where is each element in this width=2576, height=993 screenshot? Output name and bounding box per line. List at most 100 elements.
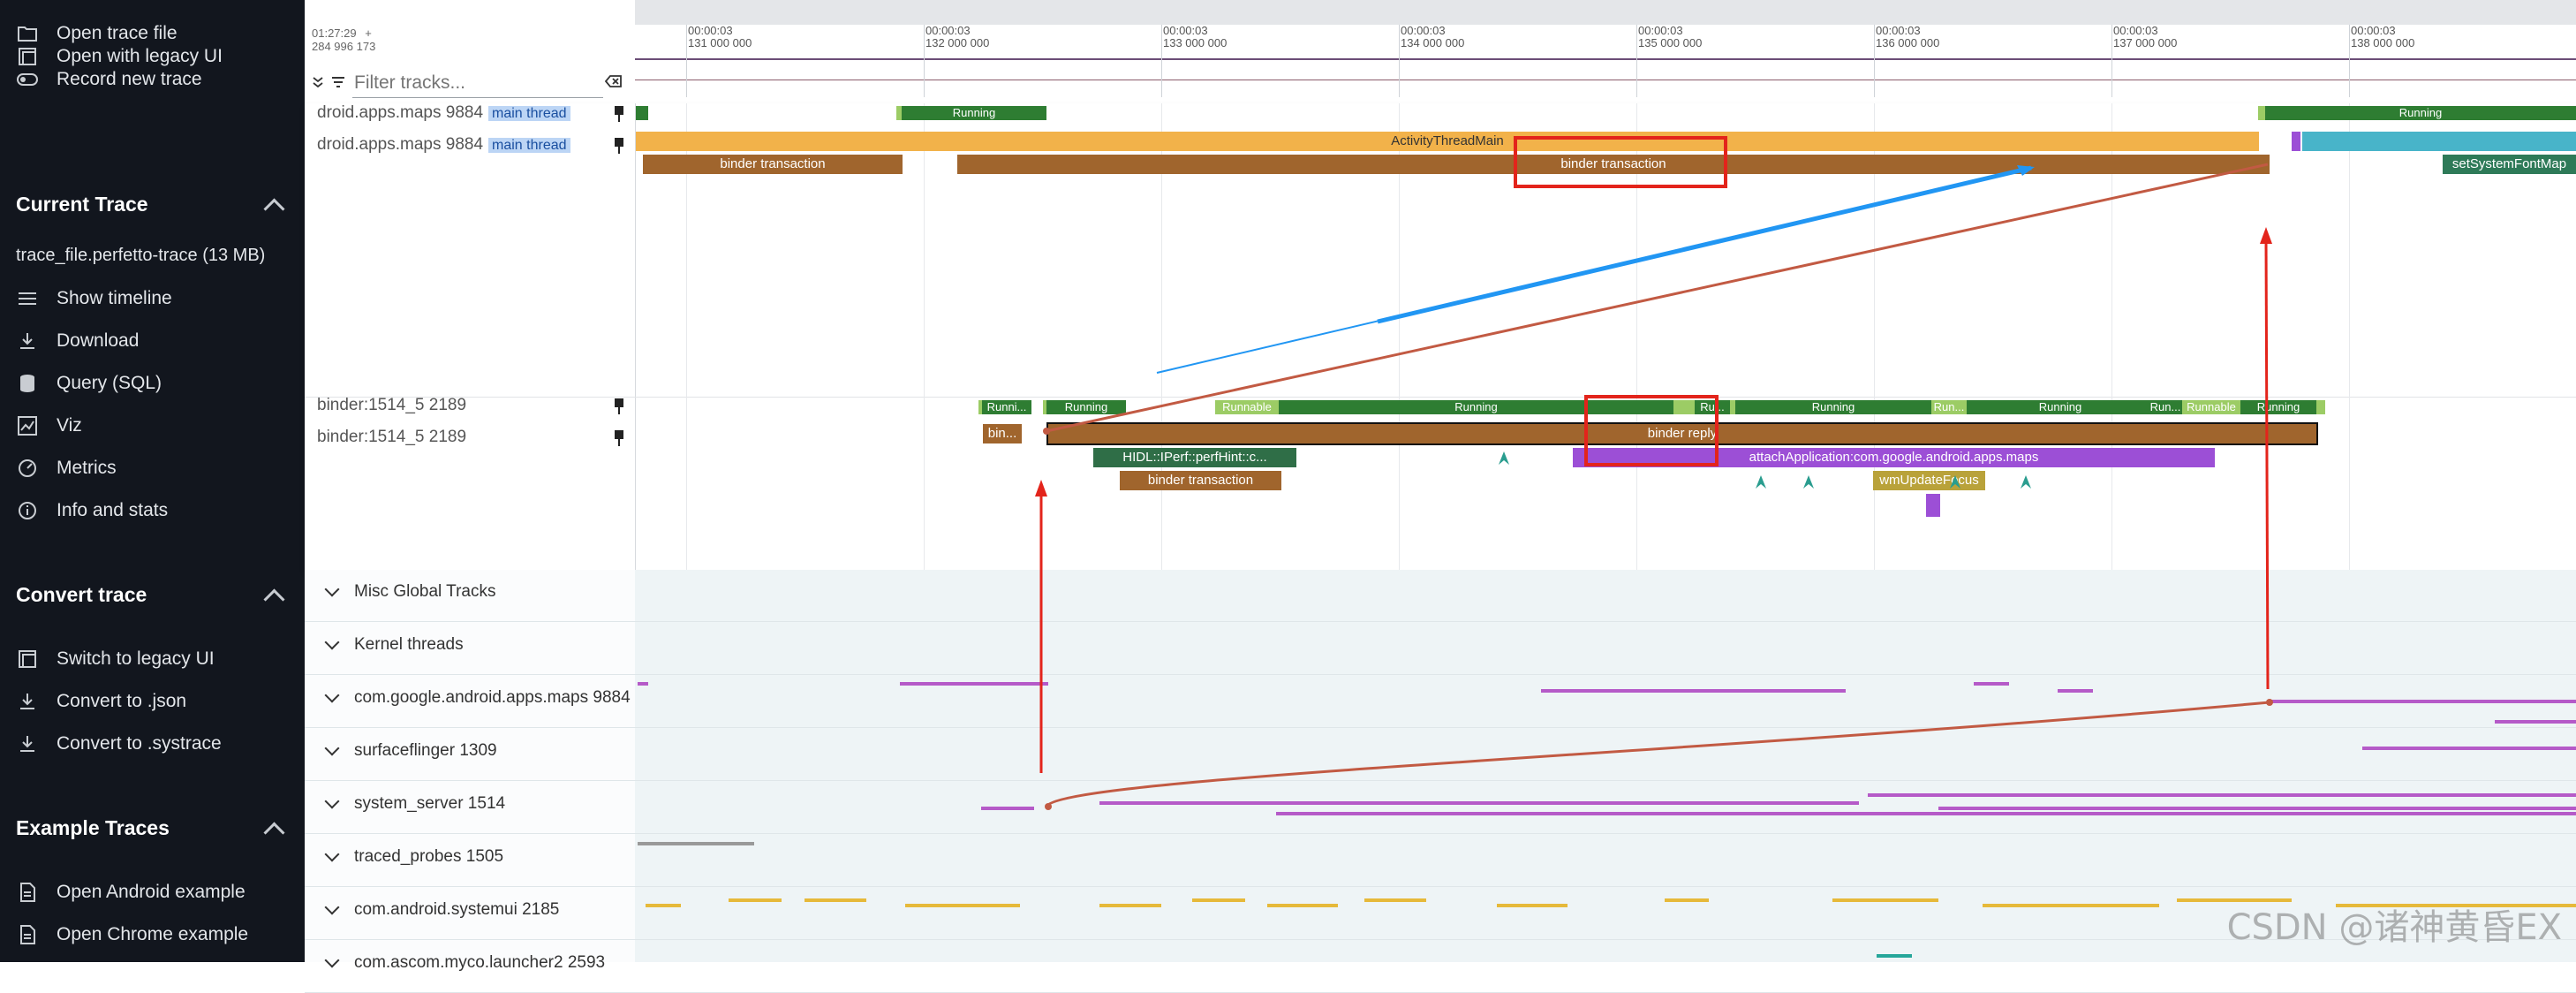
state-runnable[interactable]: Runnable bbox=[1215, 400, 1279, 414]
query-sql-item[interactable]: Query (SQL) bbox=[16, 366, 162, 401]
state-runnable[interactable] bbox=[1673, 400, 1695, 414]
state-running[interactable]: Running bbox=[1972, 400, 2149, 414]
tick-label: 00:00:03 132 000 000 bbox=[925, 25, 989, 49]
activity-bar bbox=[729, 898, 782, 902]
chevron-down-icon[interactable] bbox=[324, 899, 340, 915]
activity-bar bbox=[1974, 682, 2009, 686]
chevron-down-icon[interactable] bbox=[324, 952, 340, 968]
state-running[interactable]: Running bbox=[2240, 400, 2316, 414]
metrics-item[interactable]: Metrics bbox=[16, 451, 117, 486]
slice-binder-reply[interactable]: binder reply bbox=[1046, 422, 2318, 445]
pin-icon[interactable] bbox=[614, 430, 624, 446]
track-label-binder-2[interactable]: binder:1514_5 2189 bbox=[317, 428, 466, 447]
activity-bar bbox=[1276, 812, 2576, 815]
chevron-down-icon[interactable] bbox=[324, 634, 340, 650]
track-label-maps-main-1[interactable]: droid.apps.maps 9884 main thread bbox=[317, 103, 570, 123]
overview-track[interactable] bbox=[635, 0, 2576, 25]
current-trace-heading[interactable]: Current Trace bbox=[16, 193, 148, 216]
convert-json-item[interactable]: Convert to .json bbox=[16, 684, 186, 719]
state-running[interactable]: Running bbox=[1046, 400, 1126, 414]
process-label: Kernel threads bbox=[354, 635, 464, 654]
open-chrome-example-item[interactable]: Open Chrome example bbox=[16, 917, 248, 952]
slice-binder-transaction-2[interactable]: binder transaction bbox=[957, 155, 2270, 174]
process-row[interactable]: Kernel threads bbox=[305, 621, 2576, 675]
show-timeline-item[interactable]: Show timeline bbox=[16, 281, 172, 316]
track-label-maps-main-2[interactable]: droid.apps.maps 9884 main thread bbox=[317, 135, 570, 155]
slice-activity-thread-main[interactable]: ActivityThreadMain bbox=[636, 132, 2259, 151]
activity-bar bbox=[1099, 904, 1161, 907]
state-runnable-short[interactable]: Run... bbox=[1931, 400, 1967, 414]
state-running[interactable]: Running bbox=[2265, 106, 2576, 120]
slice-binder-short[interactable]: bin... bbox=[983, 424, 1022, 443]
collapse-all-icon[interactable] bbox=[312, 76, 324, 88]
chevron-down-icon[interactable] bbox=[324, 687, 340, 703]
chevron-down-icon[interactable] bbox=[324, 581, 340, 597]
tick-line bbox=[1161, 25, 1162, 97]
chevron-down-icon[interactable] bbox=[324, 846, 340, 862]
state-running-short[interactable]: Runni... bbox=[982, 400, 1031, 414]
convert-systrace-label: Convert to .systrace bbox=[57, 733, 222, 754]
tick-ns: 133 000 000 bbox=[1163, 36, 1228, 49]
info-stats-item[interactable]: Info and stats bbox=[16, 493, 168, 528]
tick-label: 00:00:03 134 000 000 bbox=[1401, 25, 1464, 49]
tick-time: 00:00:03 bbox=[1401, 24, 1446, 37]
pinned-tracks-area: droid.apps.maps 9884 main thread droid.ap… bbox=[305, 103, 2576, 570]
sidebar: Open trace file Open with legacy UI Reco… bbox=[0, 0, 305, 962]
slice-binder-transaction-1[interactable]: binder transaction bbox=[643, 155, 903, 174]
activity-bar bbox=[1497, 904, 1568, 907]
tick-ns: 135 000 000 bbox=[1638, 36, 1703, 49]
slice-hidl-perfhint[interactable]: HIDL::IPerf::perfHint::c... bbox=[1093, 448, 1296, 467]
activity-bar bbox=[1541, 689, 1775, 693]
open-android-example-item[interactable]: Open Android example bbox=[16, 875, 246, 910]
grid-line bbox=[2349, 103, 2350, 570]
viz-item[interactable]: Viz bbox=[16, 408, 82, 443]
slice-small-purple[interactable] bbox=[1926, 494, 1940, 517]
download-item[interactable]: Download bbox=[16, 323, 139, 359]
convert-systrace-item[interactable]: Convert to .systrace bbox=[16, 726, 222, 762]
chevron-down-icon[interactable] bbox=[324, 740, 340, 756]
activity-bar bbox=[1983, 904, 2159, 907]
pin-icon[interactable] bbox=[614, 398, 624, 414]
state-running[interactable] bbox=[636, 106, 648, 120]
slice-set-system-font-map[interactable]: setSystemFontMap bbox=[2443, 155, 2576, 174]
pin-icon[interactable] bbox=[614, 106, 624, 122]
tick-time: 00:00:03 bbox=[1163, 24, 1208, 37]
chevron-up-icon[interactable] bbox=[263, 198, 285, 220]
timeline-marker-line bbox=[635, 58, 2576, 60]
process-row[interactable]: Misc Global Tracks bbox=[305, 568, 2576, 622]
switch-legacy-ui-item[interactable]: Switch to legacy UI bbox=[16, 641, 215, 677]
state-runnable[interactable]: Runnable bbox=[2182, 400, 2240, 414]
process-row[interactable]: surfaceflinger 1309 bbox=[305, 727, 2576, 781]
database-icon bbox=[16, 372, 39, 395]
track-label-binder-1[interactable]: binder:1514_5 2189 bbox=[317, 396, 466, 415]
activity-bar bbox=[1364, 898, 1426, 902]
activity-bar bbox=[2362, 747, 2576, 750]
filter-tracks-input[interactable] bbox=[352, 69, 603, 98]
chevron-up-icon[interactable] bbox=[263, 588, 285, 610]
slice-small-purple[interactable] bbox=[2292, 132, 2300, 151]
state-running[interactable]: Running bbox=[902, 106, 1046, 120]
chevron-down-icon[interactable] bbox=[324, 793, 340, 809]
convert-trace-heading[interactable]: Convert trace bbox=[16, 583, 147, 607]
activity-bar bbox=[1877, 954, 1912, 958]
slice-wm-update-focus[interactable]: wmUpdateFocus bbox=[1873, 471, 1985, 490]
download-icon bbox=[16, 330, 39, 352]
state-runnable[interactable] bbox=[2316, 400, 2325, 414]
track-name: binder:1514_5 2189 bbox=[317, 428, 467, 446]
state-running[interactable]: Running bbox=[1279, 400, 1673, 414]
time-ruler[interactable]: 00:00:03 131 000 000 00:00:03 132 000 000 00… bbox=[635, 0, 2576, 103]
pin-icon[interactable] bbox=[614, 138, 624, 154]
state-runnable[interactable] bbox=[2258, 106, 2265, 120]
activity-bar bbox=[2058, 689, 2093, 693]
example-traces-heading[interactable]: Example Traces bbox=[16, 816, 170, 840]
record-new-trace-item[interactable]: Record new trace bbox=[16, 62, 202, 97]
state-running[interactable]: Running bbox=[1735, 400, 1931, 414]
slice-teal[interactable] bbox=[2302, 132, 2576, 151]
clear-filter-icon[interactable] bbox=[604, 74, 623, 88]
slice-attach-application[interactable]: attachApplication:com.google.android.app… bbox=[1573, 448, 2215, 467]
chevron-up-icon[interactable] bbox=[263, 822, 285, 844]
state-running-short[interactable]: Run... bbox=[2149, 400, 2182, 414]
state-running-short[interactable]: Ru... bbox=[1695, 400, 1730, 414]
activity-bar bbox=[1832, 898, 1938, 902]
slice-binder-transaction-3[interactable]: binder transaction bbox=[1120, 471, 1281, 490]
